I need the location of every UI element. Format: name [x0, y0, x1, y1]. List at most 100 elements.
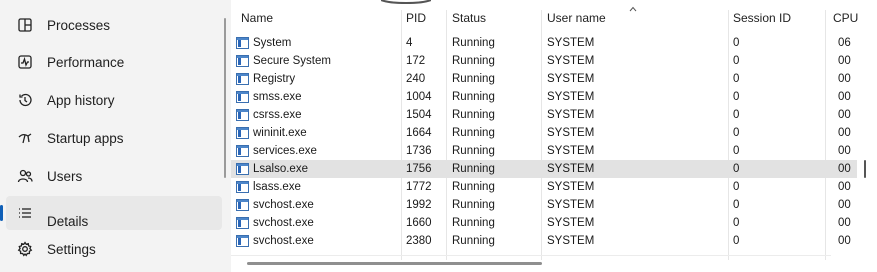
- details-icon: [14, 202, 36, 224]
- cell-status: Running: [452, 217, 495, 229]
- sidebar-item-startup-apps[interactable]: Startup apps: [6, 121, 222, 155]
- process-window-icon: [236, 109, 249, 121]
- cell-pid: 1756: [406, 163, 432, 175]
- table-bottom-divider: [231, 255, 831, 256]
- table-row[interactable]: svchost.exe 1660 Running SYSTEM 0 00: [231, 214, 857, 232]
- cell-session-id: 0: [733, 235, 740, 247]
- sidebar-item-label: Details: [47, 213, 89, 229]
- cell-cpu: 00: [838, 217, 851, 229]
- cell-cpu: 00: [838, 55, 851, 67]
- column-header-cpu[interactable]: CPU: [833, 0, 873, 36]
- sidebar-scrollbar[interactable]: [224, 18, 226, 178]
- process-window-icon: [236, 91, 249, 103]
- process-window-icon: [236, 73, 249, 85]
- table-row[interactable]: smss.exe 1004 Running SYSTEM 0 00: [231, 88, 857, 106]
- performance-icon: [14, 51, 36, 73]
- cell-cpu: 00: [838, 199, 851, 211]
- table-row[interactable]: System 4 Running SYSTEM 0 06: [231, 34, 857, 52]
- sidebar-item-settings[interactable]: Settings: [6, 232, 222, 266]
- sidebar-item-label: Users: [47, 168, 83, 184]
- table-row[interactable]: services.exe 1736 Running SYSTEM 0 00: [231, 142, 857, 160]
- cell-session-id: 0: [733, 37, 740, 49]
- cell-name: smss.exe: [253, 91, 302, 103]
- table-row[interactable]: Registry 240 Running SYSTEM 0 00: [231, 70, 857, 88]
- table-row[interactable]: csrss.exe 1504 Running SYSTEM 0 00: [231, 106, 857, 124]
- process-window-icon: [236, 181, 249, 193]
- process-window-icon: [236, 37, 249, 49]
- horizontal-scrollbar[interactable]: [247, 262, 542, 265]
- process-window-icon: [236, 145, 249, 157]
- cell-status: Running: [452, 91, 495, 103]
- cell-cpu: 00: [838, 145, 851, 157]
- process-window-icon: [236, 163, 249, 175]
- column-header-pid[interactable]: PID: [406, 0, 444, 36]
- cell-session-id: 0: [733, 127, 740, 139]
- table-row[interactable]: Secure System 172 Running SYSTEM 0 00: [231, 52, 857, 70]
- cell-cpu: 00: [838, 73, 851, 85]
- sidebar-item-details[interactable]: Details: [6, 196, 222, 230]
- cell-status: Running: [452, 145, 495, 157]
- settings-icon: [14, 238, 36, 260]
- table-row[interactable]: svchost.exe 1992 Running SYSTEM 0 00: [231, 196, 857, 214]
- process-window-icon: [236, 217, 249, 229]
- cell-pid: 4: [406, 37, 413, 49]
- sidebar-item-label: Startup apps: [47, 130, 124, 146]
- cell-name: Registry: [253, 73, 296, 85]
- table-row[interactable]: svchost.exe 2380 Running SYSTEM 0 00: [231, 232, 857, 250]
- cell-status: Running: [452, 163, 495, 175]
- cell-user-name: SYSTEM: [547, 181, 595, 193]
- cell-cpu: 06: [838, 37, 851, 49]
- cell-user-name: SYSTEM: [547, 235, 595, 247]
- cell-status: Running: [452, 37, 495, 49]
- cell-user-name: SYSTEM: [547, 55, 595, 67]
- selection-indicator: [0, 205, 3, 221]
- cell-status: Running: [452, 55, 495, 67]
- cell-status: Running: [452, 181, 495, 193]
- sidebar-item-label: Processes: [47, 17, 111, 33]
- process-window-icon: [236, 199, 249, 211]
- sidebar-item-label: App history: [47, 92, 115, 108]
- cell-name: lsass.exe: [253, 181, 301, 193]
- cell-user-name: SYSTEM: [547, 91, 595, 103]
- cell-status: Running: [452, 235, 495, 247]
- cell-cpu: 00: [838, 235, 851, 247]
- processes-icon: [14, 14, 36, 36]
- sidebar-item-label: Settings: [47, 241, 96, 257]
- sidebar-item-users[interactable]: Users: [6, 159, 222, 193]
- sort-ascending-icon: [629, 6, 637, 12]
- table-row[interactable]: wininit.exe 1664 Running SYSTEM 0 00: [231, 124, 857, 142]
- table-row[interactable]: lsass.exe 1772 Running SYSTEM 0 00: [231, 178, 857, 196]
- cell-pid: 240: [406, 73, 426, 85]
- cell-name: svchost.exe: [253, 235, 314, 247]
- sidebar-item-app-history[interactable]: App history: [6, 83, 222, 117]
- cell-session-id: 0: [733, 91, 740, 103]
- column-header-name[interactable]: Name: [241, 0, 396, 36]
- process-window-icon: [236, 235, 249, 247]
- cell-user-name: SYSTEM: [547, 109, 595, 121]
- cell-session-id: 0: [733, 163, 740, 175]
- vertical-scrollbar[interactable]: [864, 160, 866, 178]
- cell-session-id: 0: [733, 199, 740, 211]
- details-table: Name PID Status User name Session ID CPU…: [231, 0, 877, 272]
- cell-pid: 1992: [406, 199, 432, 211]
- cell-cpu: 00: [838, 91, 851, 103]
- cell-user-name: SYSTEM: [547, 127, 595, 139]
- cell-name: Lsalso.exe: [253, 163, 308, 175]
- cell-user-name: SYSTEM: [547, 145, 595, 157]
- cell-session-id: 0: [733, 181, 740, 193]
- cell-user-name: SYSTEM: [547, 217, 595, 229]
- cell-name: svchost.exe: [253, 217, 314, 229]
- column-header-status[interactable]: Status: [452, 0, 537, 36]
- cell-session-id: 0: [733, 55, 740, 67]
- startup-apps-icon: [14, 127, 36, 149]
- cell-cpu: 00: [838, 181, 851, 193]
- sidebar-item-processes[interactable]: Processes: [6, 8, 222, 42]
- cell-name: wininit.exe: [253, 127, 307, 139]
- table-row[interactable]: Lsalso.exe 1756 Running SYSTEM 0 00: [231, 160, 857, 178]
- cell-pid: 1736: [406, 145, 432, 157]
- sidebar-item-performance[interactable]: Performance: [6, 45, 222, 79]
- column-header-session-id[interactable]: Session ID: [733, 0, 821, 36]
- process-window-icon: [236, 127, 249, 139]
- cell-status: Running: [452, 109, 495, 121]
- cell-status: Running: [452, 199, 495, 211]
